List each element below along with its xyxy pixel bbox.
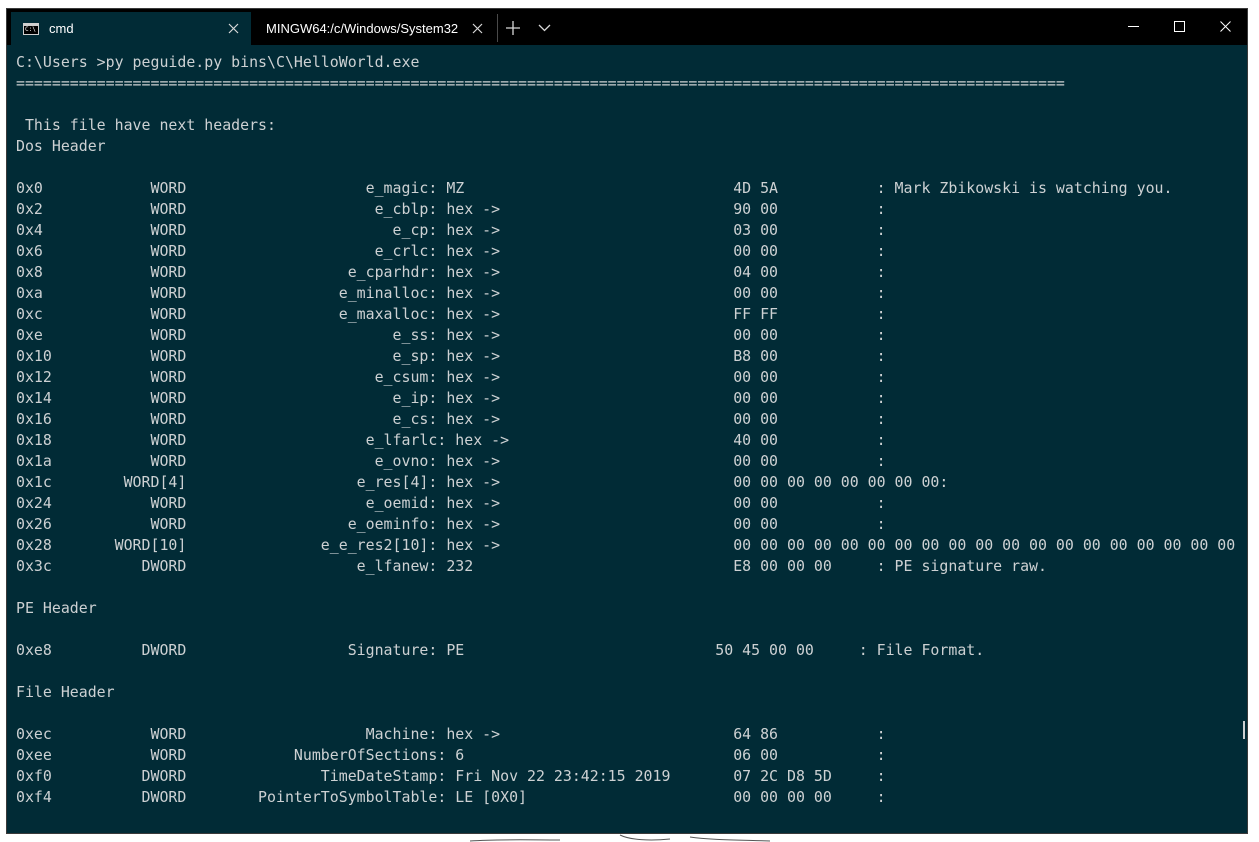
console-line: 0x3c DWORD e_lfanew: 232 E8 00 00 00 : P…	[16, 557, 1047, 575]
tab-cmd-close-icon[interactable]	[221, 17, 245, 41]
console-line: 0xa WORD e_minalloc: hex -> 00 00 :	[16, 284, 886, 302]
console-line: C:\Users >py peguide.py bins\C\HelloWorl…	[16, 53, 420, 71]
terminal-window: C:\ cmd MINGW64:/c/Windows/System32 C:\U…	[6, 8, 1248, 834]
cmd-icon: C:\	[23, 22, 39, 35]
console-line: 0xc WORD e_maxalloc: hex -> FF FF :	[16, 305, 886, 323]
console-line: 0xe WORD e_ss: hex -> 00 00 :	[16, 326, 886, 344]
console-line: 0xee WORD NumberOfSections: 6 06 00 :	[16, 746, 886, 764]
console-line: 0x4 WORD e_cp: hex -> 03 00 :	[16, 221, 886, 239]
tab-cmd-label: cmd	[49, 21, 74, 36]
console-line: 0x8 WORD e_cparhdr: hex -> 04 00 :	[16, 263, 886, 281]
close-window-button[interactable]	[1202, 9, 1247, 43]
maximize-icon	[1173, 20, 1185, 32]
console-line: 0x28 WORD[10] e_e_res2[10]: hex -> 00 00…	[16, 536, 1241, 554]
minimize-button[interactable]	[1110, 9, 1156, 43]
console-line: 0xf0 DWORD TimeDateStamp: Fri Nov 22 23:…	[16, 767, 886, 785]
console-line: 0x26 WORD e_oeminfo: hex -> 00 00 :	[16, 515, 886, 533]
tab-mingw64[interactable]: MINGW64:/c/Windows/System32	[255, 12, 495, 45]
console-line: 0x6 WORD e_crlc: hex -> 00 00 :	[16, 242, 886, 260]
console-line: Dos Header	[16, 137, 106, 155]
console-line: 0x1a WORD e_ovno: hex -> 00 00 :	[16, 452, 886, 470]
tab-cmd[interactable]: C:\ cmd	[11, 12, 251, 45]
maximize-button[interactable]	[1156, 9, 1202, 43]
console-line: 0x16 WORD e_cs: hex -> 00 00 :	[16, 410, 886, 428]
console-line: 0x10 WORD e_sp: hex -> B8 00 :	[16, 347, 886, 365]
console-line: ========================================…	[16, 74, 1065, 92]
console-line: PE Header	[16, 599, 97, 617]
console-line: 0x24 WORD e_oemid: hex -> 00 00 :	[16, 494, 886, 512]
tab-dropdown-button[interactable]	[529, 14, 559, 42]
console-line: 0xe8 DWORD Signature: PE 50 45 00 00 : F…	[16, 641, 985, 659]
console-line: 0xf4 DWORD PointerToSymbolTable: LE [0X0…	[16, 788, 886, 806]
console-line: File Header	[16, 683, 115, 701]
console-line: 0x18 WORD e_lfarlc: hex -> 40 00 :	[16, 431, 886, 449]
console-line: 0x1c WORD[4] e_res[4]: hex -> 00 00 00 0…	[16, 473, 949, 491]
console-line: This file have next headers:	[16, 116, 276, 134]
minimize-icon	[1127, 25, 1139, 27]
chevron-down-icon	[538, 24, 550, 32]
console-line: 0x14 WORD e_ip: hex -> 00 00 :	[16, 389, 886, 407]
console-line: 0x2 WORD e_cblp: hex -> 90 00 :	[16, 200, 886, 218]
console-line: 0x0 WORD e_magic: MZ 4D 5A : Mark Zbikow…	[16, 179, 1173, 197]
close-icon	[1219, 20, 1231, 32]
plus-icon	[506, 21, 520, 35]
console-output[interactable]: C:\Users >py peguide.py bins\C\HelloWorl…	[16, 52, 1241, 832]
scrollbar-thumb[interactable]	[1243, 721, 1245, 739]
console-line: 0xec WORD Machine: hex -> 64 86 :	[16, 725, 886, 743]
console-line: 0x12 WORD e_csum: hex -> 00 00 :	[16, 368, 886, 386]
new-tab-button[interactable]	[497, 14, 528, 42]
title-bar[interactable]: C:\ cmd MINGW64:/c/Windows/System32	[7, 9, 1247, 45]
background-sketch	[470, 834, 770, 842]
tab-mingw64-close-icon[interactable]	[465, 17, 489, 41]
tab-mingw64-label: MINGW64:/c/Windows/System32	[266, 21, 459, 36]
cmd-icon-text: C:\	[25, 25, 36, 33]
